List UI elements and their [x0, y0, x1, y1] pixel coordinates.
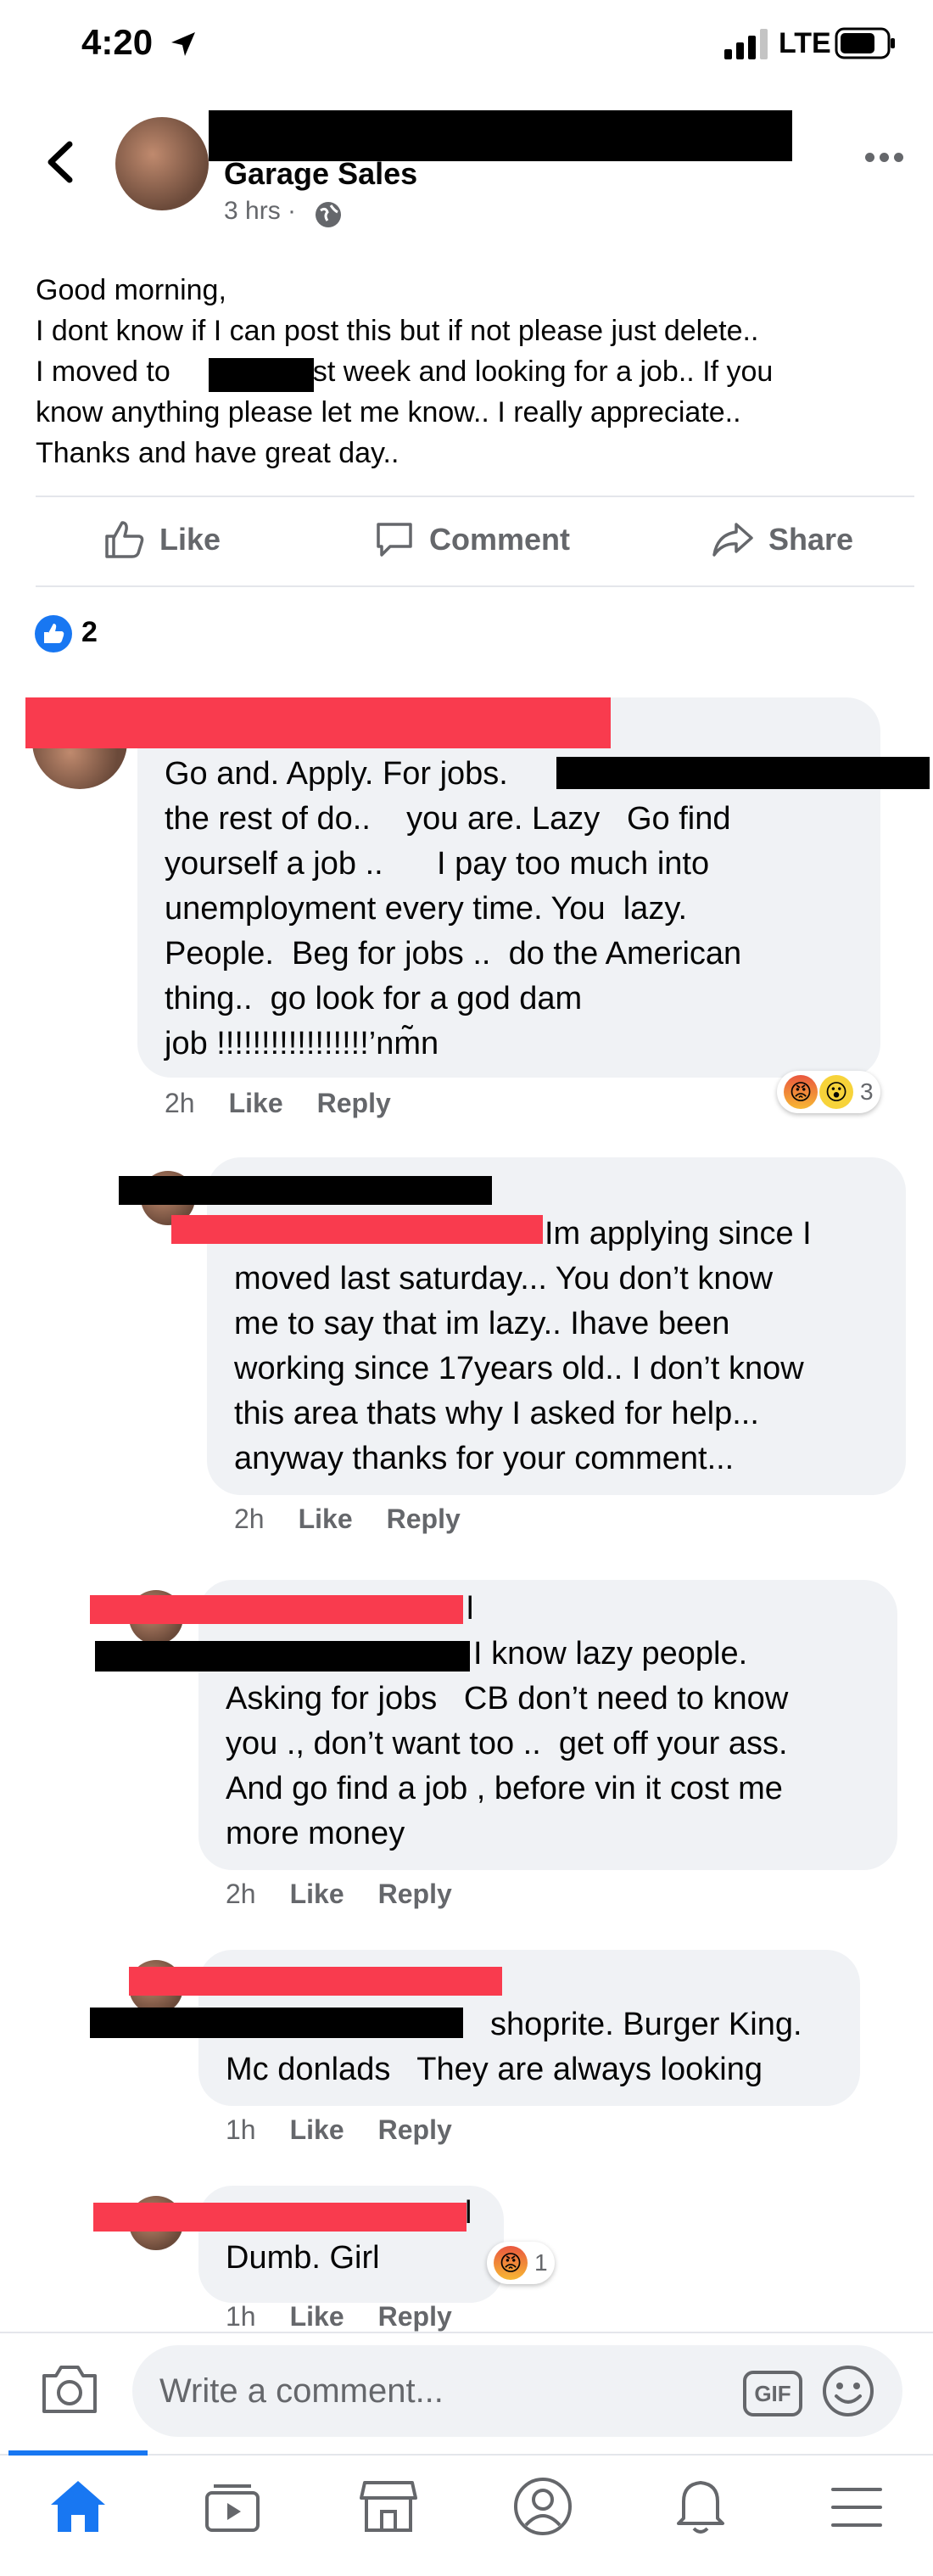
share-label: Share	[768, 522, 854, 557]
thumbs-up-icon	[105, 521, 144, 558]
angry-reaction-icon: 😡	[784, 1075, 818, 1109]
comment-reactions[interactable]: 😡 1	[487, 2242, 555, 2284]
battery-icon	[835, 27, 895, 59]
comment-actions: 2h Like Reply	[234, 1504, 461, 1535]
comment-reaction-count: 3	[860, 1078, 874, 1105]
redacted-mention	[556, 757, 930, 789]
post-line: I dont know if I can post this but if no…	[36, 315, 759, 347]
camera-icon[interactable]	[39, 2362, 100, 2416]
comment-icon	[377, 523, 412, 557]
like-label: Like	[159, 522, 221, 557]
wow-reaction-icon: 😮	[819, 1075, 853, 1109]
redacted-name	[95, 1641, 470, 1672]
comment-button[interactable]: Comment	[373, 519, 570, 560]
comment-placeholder: Write a comment...	[159, 2372, 444, 2410]
comment-like-button[interactable]: Like	[290, 2114, 344, 2146]
comment-reactions[interactable]: 😡 😮 3	[777, 1071, 880, 1113]
comment-reply-button[interactable]: Reply	[387, 1504, 461, 1535]
more-options-icon[interactable]	[865, 153, 903, 162]
redacted-name	[25, 697, 611, 748]
comment-like-button[interactable]: Like	[290, 1879, 344, 1910]
like-reaction-icon	[35, 615, 72, 652]
comment-text: l I know lazy people. Asking for jobs CB…	[226, 1591, 789, 1851]
network-label: LTE	[779, 27, 831, 59]
post-line: I moved to last week and looking for a j…	[36, 356, 774, 388]
comment-text: Im applying since I moved last saturday.…	[234, 1216, 812, 1476]
comment-actions: 2h Like Reply	[226, 1879, 452, 1910]
post-line: know anything please let me know.. I rea…	[36, 396, 741, 428]
comment-actions: 2h Like Reply	[165, 1088, 391, 1119]
comment-actions: 1h Like Reply	[226, 2301, 452, 2332]
post-body: Good morning, I dont know if I can post …	[36, 270, 901, 473]
redacted-location	[209, 358, 314, 392]
like-button[interactable]: Like	[103, 519, 221, 560]
comment-time: 1h	[226, 2301, 256, 2332]
divider	[36, 585, 914, 587]
location-arrow-icon	[171, 32, 195, 56]
back-chevron-icon[interactable]	[44, 141, 75, 183]
divider	[36, 496, 914, 497]
group-name[interactable]: Garage Sales	[224, 156, 417, 192]
comment-reply-button[interactable]: Reply	[378, 1879, 452, 1910]
angry-reaction-icon: 😡	[494, 2246, 528, 2280]
comment-text: Go and. Apply. For jobs. the rest of do.…	[165, 756, 742, 1061]
home-icon[interactable]	[47, 2478, 109, 2535]
comment-reply-button[interactable]: Reply	[317, 1088, 391, 1119]
reaction-count[interactable]: 2	[81, 616, 98, 649]
redacted-name	[129, 1967, 502, 1996]
comment-reply-button[interactable]: Reply	[378, 2301, 452, 2332]
globe-icon	[316, 202, 341, 227]
comment-time: 2h	[234, 1504, 265, 1534]
comment-label: Comment	[429, 522, 571, 557]
post-line: Good morning,	[36, 274, 226, 306]
comment-reply-button[interactable]: Reply	[378, 2114, 452, 2146]
post-line: Thanks and have great day..	[36, 437, 399, 469]
redacted-name	[171, 1215, 543, 1244]
redacted-name	[93, 2203, 466, 2232]
comment-time: 1h	[226, 2114, 256, 2145]
redacted-name	[119, 1176, 492, 1205]
comment-like-button[interactable]: Like	[229, 1088, 283, 1119]
active-tab-indicator	[8, 2450, 148, 2456]
comment-time: 2h	[226, 1879, 256, 1909]
notifications-icon[interactable]	[673, 2474, 728, 2537]
redacted-name	[90, 2008, 463, 2038]
emoji-icon[interactable]	[821, 2364, 875, 2418]
post-meta: 3 hrs ·	[224, 197, 297, 225]
gif-button[interactable]: GIF	[743, 2371, 802, 2416]
share-button[interactable]: Share	[711, 519, 853, 560]
profile-icon[interactable]	[512, 2476, 573, 2537]
menu-icon[interactable]	[830, 2484, 884, 2530]
poster-avatar[interactable]	[115, 117, 209, 210]
comment-actions: 1h Like Reply	[226, 2114, 452, 2146]
signal-bars-icon	[724, 29, 768, 59]
watch-icon[interactable]	[202, 2481, 263, 2535]
comment-reaction-count: 1	[534, 2249, 548, 2276]
comment-like-button[interactable]: Like	[290, 2301, 344, 2332]
comment-like-button[interactable]: Like	[299, 1504, 353, 1535]
share-icon	[712, 523, 753, 557]
divider	[0, 2332, 933, 2333]
redacted-name	[209, 110, 792, 161]
redacted-name	[90, 1595, 463, 1624]
status-time: 4:20	[81, 22, 154, 62]
tab-bar	[0, 2454, 933, 2576]
comment-time: 2h	[165, 1088, 195, 1118]
marketplace-icon[interactable]	[358, 2478, 419, 2535]
